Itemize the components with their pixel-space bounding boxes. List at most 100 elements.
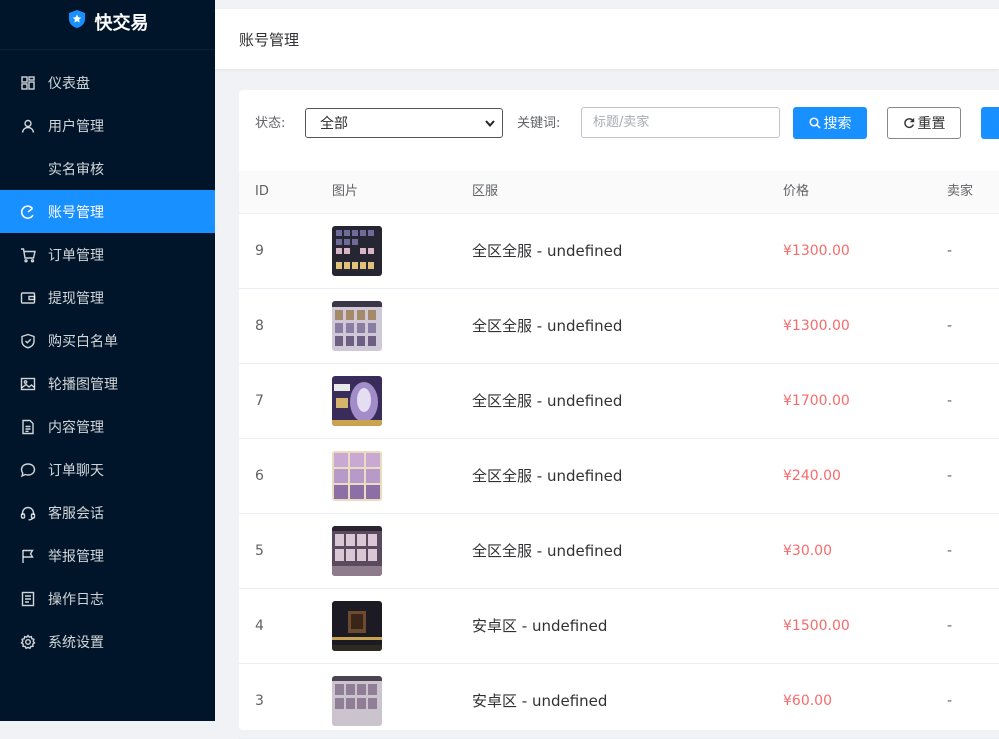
row-price: ¥1300.00: [783, 243, 850, 259]
column-header-seller: 卖家: [947, 184, 974, 199]
row-seller: -: [947, 243, 953, 259]
keyword-label: 关键词:: [517, 116, 561, 131]
headset-icon: [20, 505, 36, 521]
table-row[interactable]: 4 安卓区 - undefined ¥1500.00 -: [239, 589, 999, 664]
sidebar-item-label: 系统设置: [48, 634, 104, 651]
brand: 快交易: [0, 0, 215, 50]
sidebar-item-label: 订单管理: [48, 247, 104, 264]
cart-icon: [20, 247, 36, 263]
sidebar-item-content[interactable]: 内容管理: [0, 405, 215, 448]
accounts-table: ID 图片 区服 价格 卖家 9 全区全服 - undefined ¥1300.…: [239, 171, 999, 739]
row-price: ¥60.00: [783, 693, 832, 709]
page-title: 账号管理: [239, 30, 300, 49]
row-region: 全区全服 - undefined: [472, 392, 623, 410]
row-id: 4: [255, 618, 264, 634]
account-thumbnail[interactable]: [332, 451, 382, 501]
keyword-input[interactable]: 标题/卖家: [581, 107, 780, 138]
document-icon: [20, 419, 36, 435]
search-icon: [808, 117, 821, 129]
table-row[interactable]: 8 全区全服 - undefined ¥1300.00 -: [239, 289, 999, 364]
gear-icon: [20, 633, 36, 650]
row-price: ¥240.00: [783, 468, 841, 484]
page-header: 账号管理: [215, 9, 999, 69]
status-select[interactable]: 全部: [305, 108, 503, 138]
account-thumbnail[interactable]: [332, 376, 382, 426]
account-icon: [20, 204, 36, 220]
chevron-down-icon: [484, 117, 496, 129]
row-id: 6: [255, 468, 264, 484]
sidebar-item-label: 实名审核: [48, 161, 104, 178]
row-seller: -: [947, 693, 953, 709]
row-seller: -: [947, 543, 953, 559]
sidebar-item-label: 轮播图管理: [48, 376, 118, 393]
flag-icon: [20, 548, 36, 564]
reset-button-label: 重置: [917, 116, 946, 132]
account-thumbnail[interactable]: [332, 301, 382, 351]
chat-icon: [20, 462, 36, 478]
dashboard-icon: [20, 75, 36, 91]
sidebar-item-banners[interactable]: 轮播图管理: [0, 362, 215, 405]
account-thumbnail[interactable]: [332, 601, 382, 651]
sidebar-item-label: 客服会话: [48, 505, 104, 522]
table-row[interactable]: 3 安卓区 - undefined ¥60.00 -: [239, 664, 999, 739]
row-price: ¥1500.00: [783, 618, 850, 634]
sidebar-item-label: 订单聊天: [48, 462, 104, 479]
row-price: ¥1700.00: [783, 393, 850, 409]
sidebar-item-label: 提现管理: [48, 290, 104, 307]
sidebar-item-label: 用户管理: [48, 118, 104, 135]
sidebar-item-users[interactable]: 用户管理: [0, 104, 215, 147]
sidebar-item-settings[interactable]: 系统设置: [0, 620, 215, 663]
shield-icon: [20, 333, 36, 349]
sidebar-item-label: 仪表盘: [48, 75, 90, 92]
sidebar-item-orders[interactable]: 订单管理: [0, 233, 215, 276]
filter-bar: 状态: 全部 关键词: 标题/卖家 搜索 重置: [239, 107, 999, 141]
status-label: 状态:: [255, 116, 286, 131]
sidebar-item-label: 举报管理: [48, 548, 104, 565]
sidebar-item-whitelist[interactable]: 购买白名单: [0, 319, 215, 362]
column-header-id: ID: [255, 184, 269, 199]
sidebar: 快交易 仪表盘 用户管理 实名审核 账号管理 订单管理 提现管理 购买白名单 轮…: [0, 0, 215, 721]
sidebar-item-dashboard[interactable]: 仪表盘: [0, 61, 215, 104]
sidebar-item-reports[interactable]: 举报管理: [0, 534, 215, 577]
table-row[interactable]: 7 全区全服 - undefined ¥1700.00 -: [239, 364, 999, 439]
action-button[interactable]: [981, 107, 999, 139]
row-region: 安卓区 - undefined: [472, 617, 608, 635]
account-thumbnail[interactable]: [332, 676, 382, 726]
row-region: 安卓区 - undefined: [472, 692, 608, 710]
row-id: 7: [255, 393, 264, 409]
row-seller: -: [947, 618, 953, 634]
table-header: ID 图片 区服 价格 卖家: [239, 171, 999, 214]
table-row[interactable]: 6 全区全服 - undefined ¥240.00 -: [239, 439, 999, 514]
account-thumbnail[interactable]: [332, 226, 382, 276]
row-id: 3: [255, 693, 264, 709]
brand-name: 快交易: [94, 12, 149, 34]
row-region: 全区全服 - undefined: [472, 542, 623, 560]
row-price: ¥1300.00: [783, 318, 850, 334]
sidebar-item-order-chat[interactable]: 订单聊天: [0, 448, 215, 491]
row-region: 全区全服 - undefined: [472, 317, 623, 335]
sidebar-item-label: 账号管理: [48, 204, 104, 221]
row-seller: -: [947, 318, 953, 334]
sidebar-item-support[interactable]: 客服会话: [0, 491, 215, 534]
sidebar-item-withdraw[interactable]: 提现管理: [0, 276, 215, 319]
row-price: ¥30.00: [783, 543, 832, 559]
image-icon: [20, 376, 36, 392]
account-thumbnail[interactable]: [332, 526, 382, 576]
row-id: 8: [255, 318, 264, 334]
main-card: 状态: 全部 关键词: 标题/卖家 搜索 重置 ID 图片 区服 价格 卖家 9: [239, 90, 999, 739]
table-row[interactable]: 5 全区全服 - undefined ¥30.00 -: [239, 514, 999, 589]
refresh-icon: [903, 117, 915, 129]
search-button[interactable]: 搜索: [793, 107, 867, 139]
keyword-placeholder: 标题/卖家: [593, 115, 650, 130]
sidebar-item-realname-review[interactable]: 实名审核: [0, 147, 215, 190]
reset-button[interactable]: 重置: [887, 107, 961, 139]
row-region: 全区全服 - undefined: [472, 467, 623, 485]
sidebar-item-logs[interactable]: 操作日志: [0, 577, 215, 620]
sidebar-item-accounts[interactable]: 账号管理: [0, 190, 215, 233]
row-id: 9: [255, 243, 264, 259]
row-region: 全区全服 - undefined: [472, 242, 623, 260]
sidebar-item-label: 操作日志: [48, 591, 104, 608]
table-row[interactable]: 9 全区全服 - undefined ¥1300.00 -: [239, 214, 999, 289]
log-icon: [20, 591, 36, 607]
shield-star-logo-icon: [67, 9, 87, 34]
